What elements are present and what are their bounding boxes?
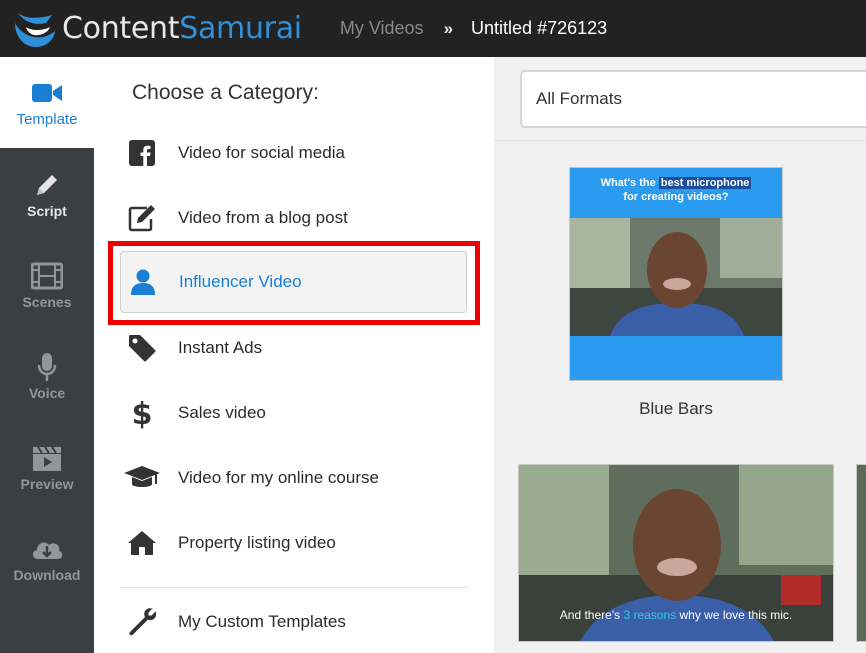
logo-text-content: Content [62,10,180,46]
nav-item-scenes[interactable]: Scenes [0,239,94,330]
nav-item-voice[interactable]: Voice [0,330,94,421]
user-icon [131,269,155,295]
thumbnail-subtitle: And there's 3 reasons why we love this m… [519,608,833,622]
nav-item-download[interactable]: Download [0,512,94,603]
format-filter-select[interactable]: All Formats [520,70,866,128]
caption-text: What's the [600,177,659,189]
template-gallery: All Formats What's the best microphone f… [494,57,866,653]
svg-text:$: $ [132,397,152,429]
thumbnail-caption: What's the best microphone for creating … [570,176,782,204]
category-social-media[interactable]: Video for social media [120,122,467,184]
dollar-icon: $ [132,397,152,429]
nav-label: Template [16,111,78,128]
video-camera-icon [32,84,62,102]
influencer-photo [570,218,782,336]
template-name[interactable]: Blue Bars [569,399,783,419]
project-title[interactable]: Untitled #726123 [471,18,607,39]
film-icon [31,262,63,289]
nav-label: Voice [28,384,66,401]
nav-item-template[interactable]: Template [0,57,94,148]
wrench-icon [129,608,157,636]
graduation-cap-icon [124,466,160,487]
logo-text-samurai: Samurai [179,10,302,46]
nav-item-script[interactable]: Script [0,148,94,239]
tag-icon [129,335,156,362]
nav-label: Script [27,202,67,219]
template-thumbnail-2[interactable]: And there's 3 reasons why we love this m… [518,464,834,642]
nav-label: Preview [20,475,74,492]
subtitle-text: And there's [559,608,624,622]
category-custom-templates[interactable]: My Custom Templates [120,591,467,653]
category-instant-ads[interactable]: Instant Ads [120,317,467,379]
category-label: Video for social media [178,143,345,162]
category-label: My Custom Templates [178,612,346,631]
template-thumbnail-blue-bars[interactable]: What's the best microphone for creating … [569,167,783,381]
category-label: Sales video [178,403,266,422]
content-samurai-logo[interactable]: ContentSamurai [12,9,302,49]
facebook-icon [129,140,155,166]
app-header: ContentSamurai My Videos » Untitled #726… [0,0,866,57]
breadcrumb-my-videos[interactable]: My Videos [340,18,424,39]
category-blog-post[interactable]: Video from a blog post [120,187,467,249]
category-label: Video from a blog post [178,208,348,227]
category-divider [120,587,468,588]
category-label: Property listing video [178,533,336,552]
step-navigation: Template Script Scenes Voice Preview Dow… [0,57,94,653]
caption-highlight: best microphone [658,177,752,189]
cloud-download-icon [32,542,63,559]
category-property-listing[interactable]: Property listing video [120,512,467,574]
edit-icon [128,205,155,232]
category-online-course[interactable]: Video for my online course [120,447,467,509]
clapperboard-icon [33,445,61,471]
filter-bar: All Formats [494,57,866,141]
category-panel: Choose a Category: Video for social medi… [94,57,494,653]
nav-item-preview[interactable]: Preview [0,421,94,512]
category-label: Instant Ads [178,338,263,357]
microphone-icon [37,352,57,381]
category-label: Influencer Video [179,272,302,291]
category-label: Video for my online course [178,468,379,487]
subtitle-text-end: why we love this mic. [676,608,793,622]
home-icon [128,531,156,555]
pencil-icon [37,174,57,195]
caption-text-line2: for creating videos? [623,191,729,203]
category-heading: Choose a Category: [132,81,319,104]
samurai-helmet-icon [15,12,55,47]
category-influencer-video[interactable]: Influencer Video [120,251,467,313]
category-sales-video[interactable]: $ Sales video [120,382,467,444]
nav-label: Download [13,566,81,583]
template-thumbnail-3-partial[interactable] [856,464,866,642]
nav-label: Scenes [22,293,72,310]
breadcrumb-separator: » [443,18,454,38]
subtitle-highlight: 3 reasons [623,608,677,622]
